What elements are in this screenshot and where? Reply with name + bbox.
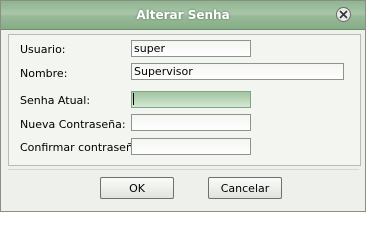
senha-atual-field[interactable] bbox=[131, 91, 251, 108]
alterar-senha-dialog: Alterar Senha Usuario: Nombre: Senha Atu… bbox=[0, 0, 366, 212]
nueva-contrasena-label: Nueva Contraseña: bbox=[20, 118, 126, 131]
cancel-button[interactable]: Cancelar bbox=[208, 177, 282, 199]
confirmar-contrasena-field[interactable] bbox=[131, 138, 251, 155]
nombre-label: Nombre: bbox=[20, 67, 68, 80]
nueva-contrasena-field[interactable] bbox=[131, 114, 251, 131]
title-bar[interactable]: Alterar Senha bbox=[1, 1, 365, 30]
close-icon bbox=[339, 10, 348, 19]
nombre-field[interactable] bbox=[131, 63, 344, 80]
button-separator bbox=[8, 169, 359, 170]
window-title: Alterar Senha bbox=[136, 8, 230, 22]
confirmar-contrasena-label: Confirmar contraseña: bbox=[20, 141, 144, 154]
close-button[interactable] bbox=[336, 7, 351, 22]
text-caret bbox=[133, 93, 134, 105]
usuario-field[interactable] bbox=[131, 40, 251, 57]
ok-button[interactable]: OK bbox=[100, 177, 174, 199]
senha-atual-label: Senha Atual: bbox=[20, 94, 91, 107]
usuario-label: Usuario: bbox=[20, 43, 66, 56]
